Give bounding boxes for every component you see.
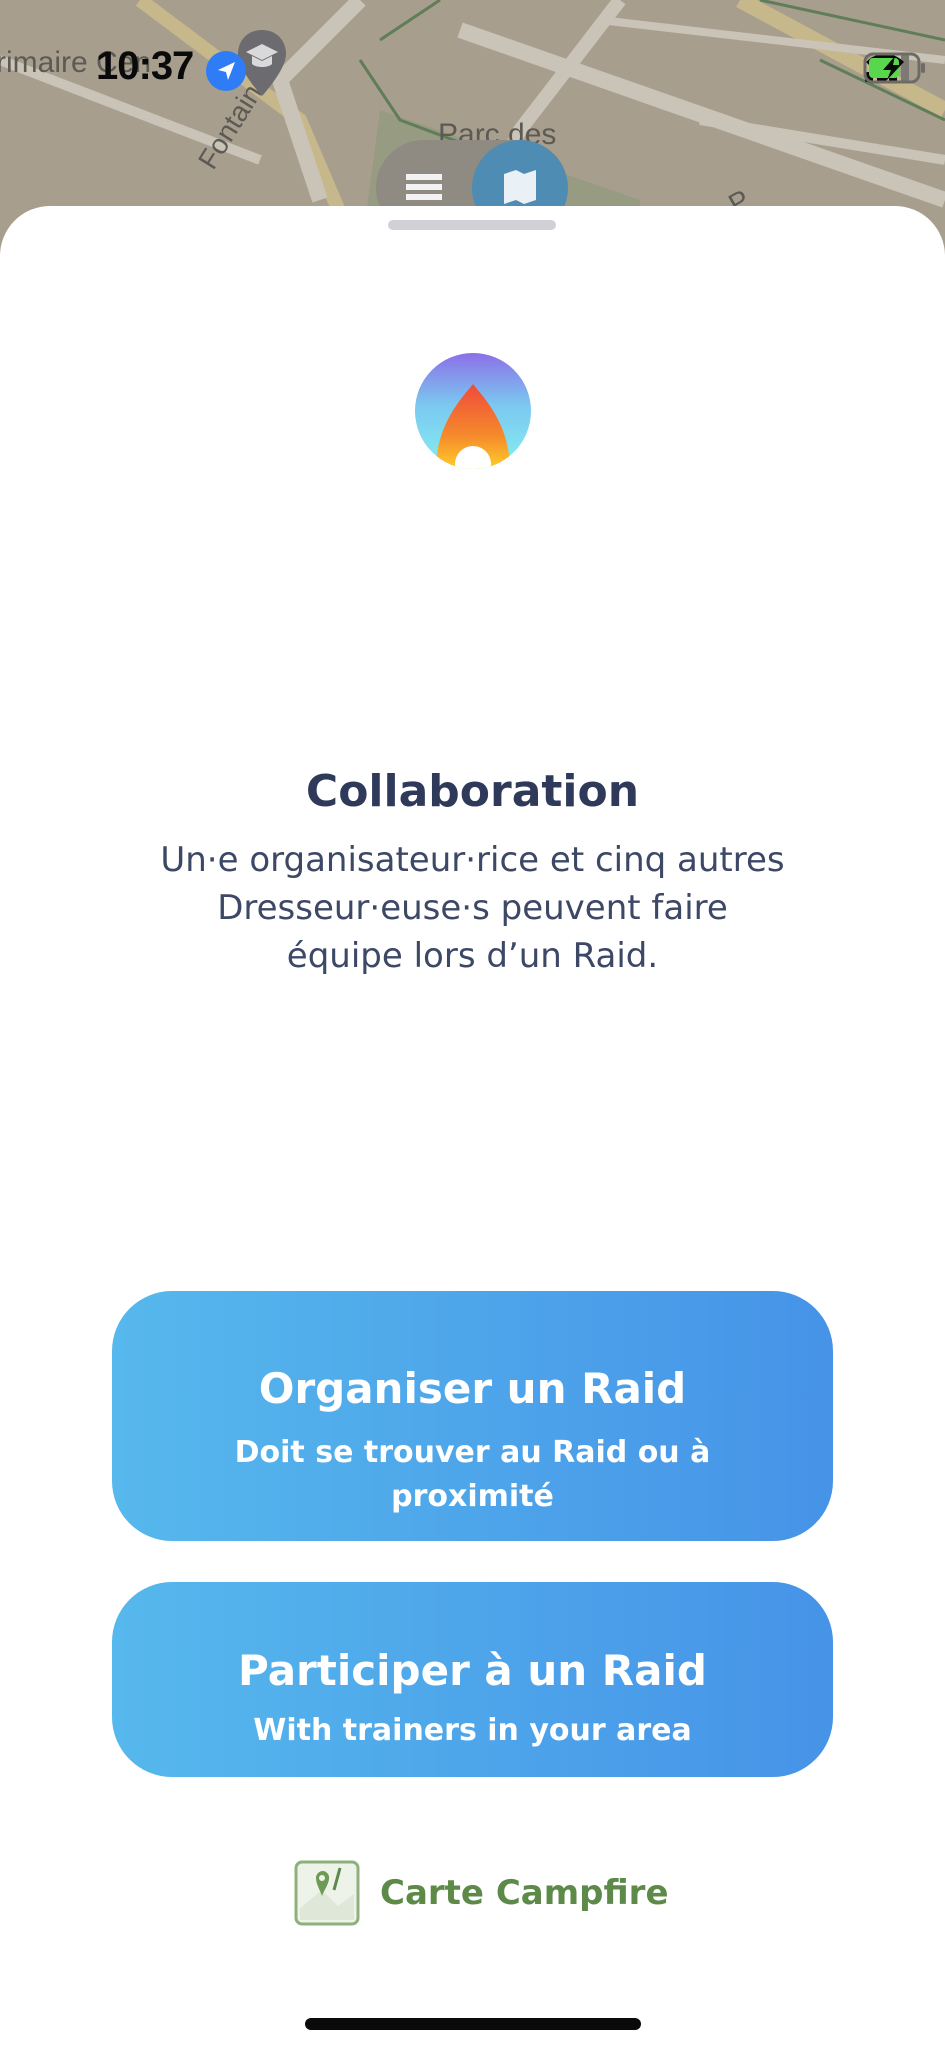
- raid-bottom-sheet: Collaboration Un·e organisateur·rice et …: [0, 206, 945, 2048]
- battery-charging-icon: [863, 52, 925, 84]
- sheet-title: Collaboration: [305, 766, 640, 817]
- campfire-map-label: Carte Campfire: [380, 1873, 669, 1913]
- join-raid-label: Participer à un Raid: [238, 1646, 707, 1695]
- host-raid-button[interactable]: Organiser un Raid Doit se trouver au Rai…: [112, 1291, 833, 1541]
- status-time: 10:37: [96, 44, 194, 88]
- host-raid-sublabel: Doit se trouver au Raid ou à proximité: [234, 1434, 711, 1514]
- location-arrow-icon: [206, 51, 246, 91]
- host-raid-label: Organiser un Raid: [258, 1363, 687, 1413]
- campfire-logo: [415, 353, 531, 469]
- join-raid-button[interactable]: Participer à un Raid With trainers in yo…: [112, 1582, 833, 1777]
- home-indicator[interactable]: [305, 2018, 641, 2030]
- campfire-map-link[interactable]: Carte Campfire: [294, 1860, 669, 1926]
- sheet-description: Un·e organisateur·rice et cinq autres Dr…: [160, 840, 785, 976]
- sheet-grabber[interactable]: [388, 220, 556, 230]
- join-raid-sublabel: With trainers in your area: [253, 1713, 692, 1748]
- campfire-map-icon: [294, 1860, 360, 1926]
